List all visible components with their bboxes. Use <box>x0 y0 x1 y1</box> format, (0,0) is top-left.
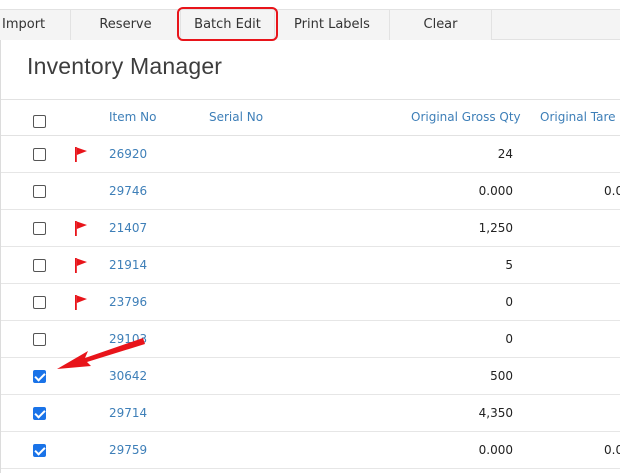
table-row[interactable]: 21914 5 <box>1 247 620 284</box>
row-checkbox[interactable] <box>33 407 46 420</box>
table-row[interactable]: 29746 0.000 0.0 <box>1 173 620 210</box>
item-no-link[interactable]: 29714 <box>109 406 147 420</box>
grid-header: Item No Serial No Original Gross Qty Ori… <box>1 99 620 136</box>
original-gross-qty-cell: 5 <box>505 258 513 272</box>
flag-icon <box>75 295 87 310</box>
row-checkbox[interactable] <box>33 222 46 235</box>
page-title: Inventory Manager <box>27 53 223 79</box>
item-no-link[interactable]: 26920 <box>109 147 147 161</box>
original-tare-qty-cell: 0.0 <box>604 443 620 457</box>
item-no-link[interactable]: 21914 <box>109 258 147 272</box>
import-button[interactable]: Import <box>0 10 71 40</box>
column-header-original-gross-qty[interactable]: Original Gross Qty <box>411 110 521 124</box>
table-row[interactable]: 29103 0 <box>1 321 620 358</box>
original-gross-qty-cell: 0.000 <box>478 184 513 198</box>
flag-icon <box>75 147 87 162</box>
item-no-link[interactable]: 21407 <box>109 221 147 235</box>
row-checkbox[interactable] <box>33 296 46 309</box>
item-no-link[interactable]: 23796 <box>109 295 147 309</box>
original-gross-qty-cell: 1,250 <box>478 221 513 235</box>
item-no-link[interactable]: 29746 <box>109 184 147 198</box>
select-all-checkbox[interactable] <box>33 115 46 128</box>
table-row[interactable]: 30642 500 <box>1 358 620 395</box>
column-header-serial-no[interactable]: Serial No <box>209 110 263 124</box>
batch-edit-button[interactable]: Batch Edit <box>181 10 275 40</box>
toolbar: Import Reserve Batch Edit Print Labels C… <box>0 9 620 40</box>
reserve-button[interactable]: Reserve <box>71 10 181 40</box>
original-gross-qty-cell: 0 <box>505 332 513 346</box>
table-row[interactable]: 26920 24 <box>1 136 620 173</box>
row-checkbox[interactable] <box>33 148 46 161</box>
print-labels-button[interactable]: Print Labels <box>275 10 390 40</box>
table-row[interactable]: 23796 0 <box>1 284 620 321</box>
clear-button[interactable]: Clear <box>390 10 492 40</box>
table-row[interactable]: 21407 1,250 <box>1 210 620 247</box>
table-row[interactable]: 29759 0.000 0.0 <box>1 432 620 469</box>
row-checkbox[interactable] <box>33 333 46 346</box>
original-gross-qty-cell: 0 <box>505 295 513 309</box>
flag-icon <box>75 258 87 273</box>
item-no-link[interactable]: 30642 <box>109 369 147 383</box>
item-no-link[interactable]: 29103 <box>109 332 147 346</box>
row-checkbox[interactable] <box>33 259 46 272</box>
original-tare-qty-cell: 0.0 <box>604 184 620 198</box>
item-no-link[interactable]: 29759 <box>109 443 147 457</box>
top-strip <box>0 0 620 9</box>
original-gross-qty-cell: 500 <box>490 369 513 383</box>
column-header-item-no[interactable]: Item No <box>109 110 156 124</box>
row-checkbox[interactable] <box>33 370 46 383</box>
column-header-original-tare-qty[interactable]: Original Tare Q <box>540 110 620 124</box>
flag-icon <box>75 221 87 236</box>
row-checkbox[interactable] <box>33 185 46 198</box>
original-gross-qty-cell: 0.000 <box>478 443 513 457</box>
row-checkbox[interactable] <box>33 444 46 457</box>
original-gross-qty-cell: 24 <box>497 147 513 161</box>
original-gross-qty-cell: 4,350 <box>478 406 513 420</box>
table-row[interactable]: 29714 4,350 <box>1 395 620 432</box>
